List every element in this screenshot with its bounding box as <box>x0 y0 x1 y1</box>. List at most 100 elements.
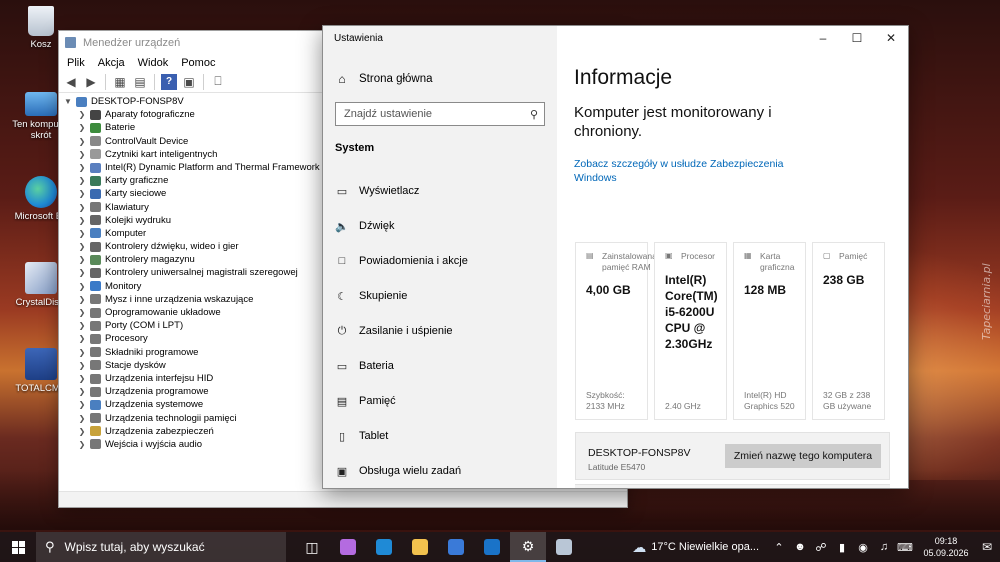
volume-icon[interactable]: ♫ <box>876 541 892 553</box>
scan-hardware-icon[interactable]: ⎕ <box>210 74 226 90</box>
maximize-icon[interactable]: ☐ <box>840 26 874 50</box>
taskbar-app-store[interactable] <box>438 532 474 562</box>
tree-item-label: Urządzenia interfejsu HID <box>105 372 214 384</box>
battery-icon[interactable]: ▮ <box>834 541 850 554</box>
home-icon: ⌂ <box>338 72 346 86</box>
nav-item-5[interactable]: ▭ Bateria <box>335 358 394 374</box>
power-icon: ⏻ <box>337 324 347 337</box>
input-indicator-icon[interactable]: ⌨ <box>897 541 913 554</box>
nav-item-8[interactable]: ▣ Obsługa wielu zadań <box>335 463 461 479</box>
chevron-right-icon[interactable]: ❯ <box>77 266 87 279</box>
chevron-right-icon[interactable]: ❯ <box>77 187 87 200</box>
weather-widget[interactable]: ☁ 17°C Niewielkie opa... <box>632 539 759 556</box>
nav-home-label: Strona główna <box>359 73 433 85</box>
taskbar-app-task-view[interactable]: ◫ <box>294 532 330 562</box>
chevron-right-icon[interactable]: ❯ <box>77 438 87 451</box>
clock-date: 05.09.2026 <box>923 548 969 558</box>
rename-pc-button[interactable]: Zmień nazwę tego komputera <box>725 444 881 468</box>
chevron-right-icon[interactable]: ❯ <box>77 201 87 214</box>
tree-item-label: Wejścia i wyjścia audio <box>105 438 202 450</box>
taskbar-app-copilot[interactable] <box>330 532 366 562</box>
chevron-right-icon[interactable]: ❯ <box>77 398 87 411</box>
settings-search-input[interactable]: Znajdź ustawienie ⚲ <box>335 102 545 126</box>
view-resources-icon[interactable]: ▣ <box>181 74 197 90</box>
edge-icon <box>25 176 57 208</box>
help-icon[interactable]: ? <box>161 73 177 90</box>
menu-action[interactable]: Akcja <box>98 57 125 69</box>
disk-drive-icon <box>90 360 101 371</box>
taskbar-app-outlook[interactable] <box>474 532 510 562</box>
forward-arrow-icon[interactable]: ▶ <box>83 74 99 90</box>
nav-item-2[interactable]: □ Powiadomienia i akcje <box>335 253 468 269</box>
tree-item-label: Urządzenia systemowe <box>105 399 204 411</box>
network-icon[interactable]: ☍ <box>813 541 829 554</box>
show-hide-tree-icon[interactable]: ▦ <box>112 74 128 90</box>
taskbar-app-settings[interactable]: ⚙ <box>510 532 546 562</box>
device-manager-app-icon <box>65 37 76 48</box>
menu-view[interactable]: Widok <box>138 57 169 69</box>
minimize-icon[interactable]: – <box>806 26 840 50</box>
chevron-right-icon[interactable]: ❯ <box>77 293 87 306</box>
chevron-right-icon[interactable]: ❯ <box>77 425 87 438</box>
nav-item-1[interactable]: 🔈 Dźwięk <box>335 218 394 234</box>
nav-item-0[interactable]: ▭ Wyświetlacz <box>335 183 420 199</box>
taskbar-clock[interactable]: 09:18 05.09.2026 <box>922 535 970 559</box>
chevron-right-icon[interactable]: ❯ <box>77 161 87 174</box>
chevron-right-icon[interactable]: ❯ <box>77 148 87 161</box>
chevron-right-icon[interactable]: ❯ <box>77 227 87 240</box>
taskbar-app-edge[interactable] <box>366 532 402 562</box>
taskbar-app-explorer[interactable] <box>402 532 438 562</box>
chevron-right-icon[interactable]: ❯ <box>77 319 87 332</box>
chevron-right-icon[interactable]: ❯ <box>77 108 87 121</box>
chevron-right-icon[interactable]: ❯ <box>77 214 87 227</box>
chevron-up-icon[interactable]: ⌃ <box>771 541 787 554</box>
chevron-right-icon[interactable]: ❯ <box>77 240 87 253</box>
storage-controller-icon <box>90 254 101 265</box>
tree-item-label: Karty graficzne <box>105 175 169 187</box>
close-icon[interactable]: ✕ <box>874 26 908 50</box>
people-icon[interactable]: ☻ <box>792 541 808 553</box>
start-button[interactable] <box>0 532 36 562</box>
chevron-right-icon[interactable]: ❯ <box>77 412 87 425</box>
nav-item-7[interactable]: ▯ Tablet <box>335 428 388 444</box>
security-details-link[interactable]: Zobacz szczegóły w usłudze Zabezpieczeni… <box>574 157 804 185</box>
back-arrow-icon[interactable]: ◀ <box>63 74 79 90</box>
nav-item-3[interactable]: ☾ Skupienie <box>335 288 407 304</box>
chevron-right-icon[interactable]: ❯ <box>77 280 87 293</box>
chevron-right-icon[interactable]: ❯ <box>77 385 87 398</box>
notification-center-icon[interactable]: ✉ <box>974 540 1000 554</box>
chevron-right-icon[interactable]: ❯ <box>77 372 87 385</box>
smartcard-reader-icon <box>90 149 101 160</box>
taskbar-search-input[interactable]: ⚲ Wpisz tutaj, aby wyszukać <box>36 532 286 562</box>
chevron-right-icon[interactable]: ❯ <box>77 359 87 372</box>
storage-icon: ▤ <box>336 395 348 408</box>
chevron-down-icon[interactable]: ▼ <box>63 95 73 108</box>
nav-home[interactable]: ⌂ Strona główna <box>335 72 433 86</box>
device-model: Latitude E5470 <box>588 462 646 472</box>
tree-item-label: Porty (COM i LPT) <box>105 320 184 332</box>
chevron-right-icon[interactable]: ❯ <box>77 253 87 266</box>
chevron-right-icon[interactable]: ❯ <box>77 306 87 319</box>
chevron-right-icon[interactable]: ❯ <box>77 332 87 345</box>
chevron-right-icon[interactable]: ❯ <box>77 121 87 134</box>
camera-icon <box>90 109 101 120</box>
software-device-icon <box>90 386 101 397</box>
wifi-icon[interactable]: ◉ <box>855 541 871 554</box>
chevron-right-icon[interactable]: ❯ <box>77 346 87 359</box>
nav-item-4[interactable]: ⏻ Zasilanie i uśpienie <box>335 323 453 339</box>
tree-item-label: Aparaty fotograficzne <box>105 109 195 121</box>
taskbar-app-device-manager[interactable] <box>546 532 582 562</box>
toolbar-separator <box>105 73 106 90</box>
nav-item-6[interactable]: ▤ Pamięć <box>335 393 396 409</box>
settings-nav: Ustawienia ⌂ Strona główna Znajdź ustawi… <box>323 26 557 488</box>
menu-help[interactable]: Pomoc <box>181 57 215 69</box>
memory-tech-icon <box>90 413 101 424</box>
properties-icon[interactable]: ▤ <box>132 74 148 90</box>
chevron-right-icon[interactable]: ❯ <box>77 135 87 148</box>
storage-icon: ▢ <box>823 251 831 260</box>
tree-item-label: Oprogramowanie układowe <box>105 307 221 318</box>
chevron-right-icon[interactable]: ❯ <box>77 174 87 187</box>
store-icon <box>448 539 464 555</box>
spec-card-value: 128 MB <box>744 283 787 297</box>
menu-file[interactable]: Plik <box>67 57 85 69</box>
